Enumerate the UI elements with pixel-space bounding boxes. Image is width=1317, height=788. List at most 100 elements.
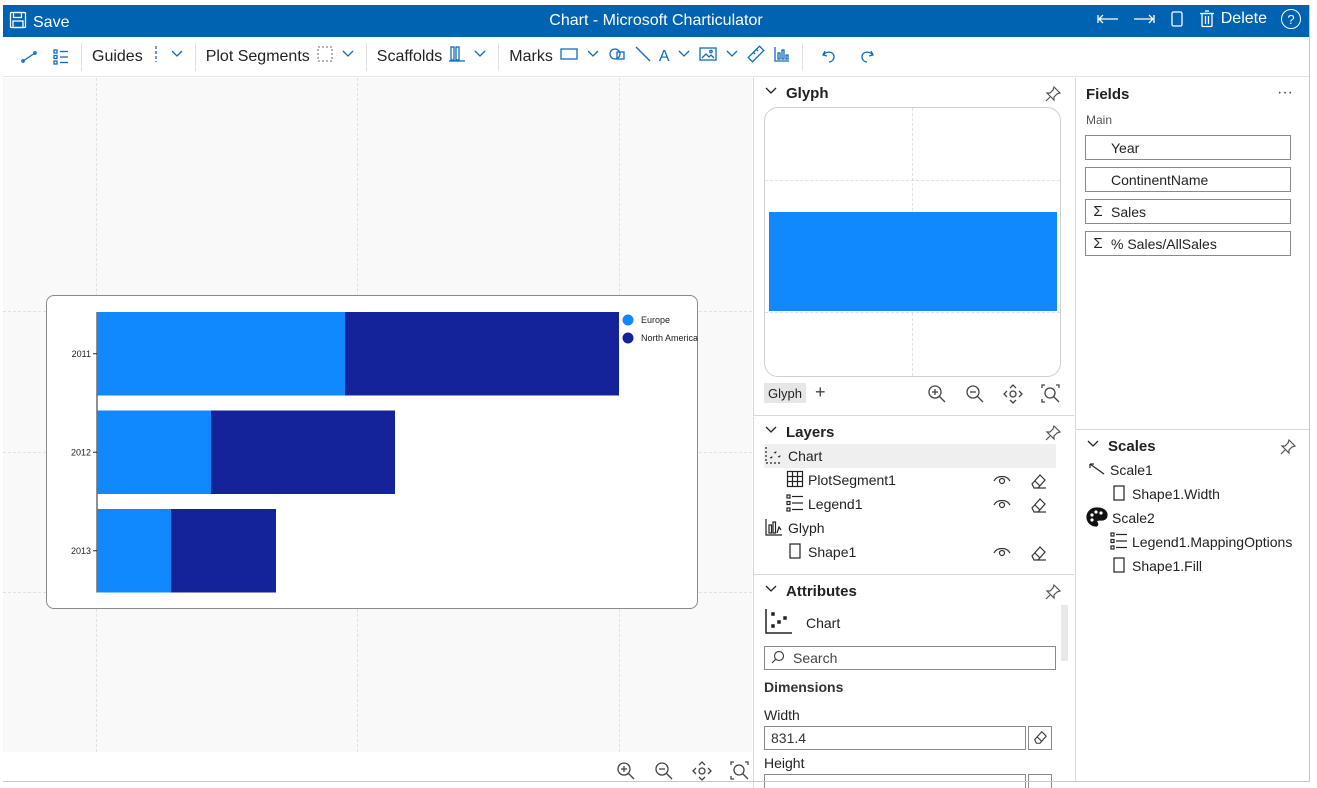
chevron-down-icon[interactable] [169,46,185,67]
field-sales[interactable]: Σ Sales [1085,199,1291,224]
delete-button[interactable]: Delete [1199,10,1267,28]
height-label: Height [764,755,804,771]
y-tick-label: 2013 [71,546,91,556]
chevron-down-icon[interactable] [764,84,778,102]
bar-2013-north-america[interactable] [171,509,276,593]
eraser-icon[interactable] [1029,496,1047,517]
zoom-in-icon[interactable] [927,384,947,407]
data-axis-icon[interactable] [772,44,792,69]
scrollbar-thumb[interactable] [1061,605,1068,661]
scaffolds-menu[interactable]: Scaffolds [371,42,495,72]
y-tick-label: 2011 [72,349,91,359]
glyph-tab[interactable]: Glyph [764,383,806,403]
field-pct-sales-allsales[interactable]: Σ % Sales/AllSales [1085,231,1291,256]
scale-item-shape1-width[interactable]: Shape1.Width [1110,482,1220,506]
more-options-icon[interactable]: ··· [1277,84,1293,102]
scales-panel-header[interactable]: Scales [1086,437,1156,455]
chevron-down-icon[interactable] [1086,437,1100,455]
legend-tool-button[interactable] [45,42,77,72]
pin-icon[interactable] [1279,438,1297,459]
layers-panel-header[interactable]: Layers [764,423,834,441]
pin-icon[interactable] [1044,424,1062,445]
scale-item-legend1-mapping[interactable]: Legend1.MappingOptions [1110,530,1292,554]
attributes-search-input[interactable]: Search [764,646,1056,670]
eye-icon[interactable] [993,544,1011,565]
bar-2013-europe[interactable] [97,509,171,593]
eraser-icon[interactable] [1029,544,1047,565]
chevron-down-icon[interactable] [585,46,601,67]
marks-label: Marks [509,48,553,66]
legend-swatch [623,315,634,326]
layer-item-plotsegment1[interactable]: PlotSegment1 [786,468,896,492]
attributes-panel-header[interactable]: Attributes [764,582,857,600]
scales-panel-title: Scales [1108,438,1156,455]
ruler-icon[interactable] [746,44,766,69]
marks-menu[interactable]: Marks A [503,42,797,72]
pan-icon[interactable] [1003,384,1023,407]
layer-item-shape1[interactable]: Shape1 [786,540,856,564]
scale-item-scale1[interactable]: Scale1 [1088,458,1153,482]
image-mark-icon[interactable] [698,45,718,68]
chevron-down-icon[interactable] [764,582,778,600]
bar-2011-north-america[interactable] [345,312,619,396]
plot-segments-menu[interactable]: Plot Segments [200,42,362,72]
add-glyph-button[interactable]: + [815,382,826,403]
eye-icon[interactable] [993,496,1011,517]
fields-panel: Fields ··· Main Year ContinentName Σ Sal… [1075,78,1309,430]
chevron-down-icon[interactable] [676,46,692,67]
chevron-down-icon[interactable] [340,46,356,67]
copy-icon[interactable] [1169,10,1185,28]
chart-canvas[interactable]: 201120122013EuropeNorth America [3,78,752,752]
save-button[interactable]: Save [9,11,69,34]
toolbar-divider [366,43,367,71]
pin-icon[interactable] [1044,85,1062,106]
layer-item-glyph[interactable]: Glyph [764,516,825,540]
undo-button[interactable] [813,42,845,72]
layers-panel-title: Layers [786,424,834,441]
chevron-down-icon[interactable] [472,46,488,67]
rectangle-mark-icon[interactable] [559,46,579,67]
attributes-panel: Attributes Chart Search Dimensions Width… [753,575,1074,788]
bar-2011-europe[interactable] [97,312,345,396]
layer-item-chart[interactable]: Chart [764,444,1056,468]
guides-menu[interactable]: Guides [86,42,191,72]
glyph-panel-header[interactable]: Glyph [764,84,829,102]
chevron-down-icon[interactable] [764,423,778,441]
redo-button[interactable] [851,42,883,72]
width-input[interactable]: 831.4 [764,726,1026,750]
chart-frame[interactable]: 201120122013EuropeNorth America [46,295,698,609]
toolbar-divider [802,43,803,71]
layer-label: Chart [788,448,822,464]
palette-icon [1086,507,1108,530]
scale-item-scale2[interactable]: Scale2 [1086,506,1155,530]
zoom-fit-icon[interactable] [1041,384,1061,407]
pin-icon[interactable] [1044,583,1062,604]
help-button[interactable]: ? [1281,9,1301,29]
scale-label: Scale2 [1112,510,1155,526]
text-mark-icon[interactable]: A [659,48,670,66]
eraser-icon[interactable] [1029,472,1047,493]
scale-item-shape1-fill[interactable]: Shape1.Fill [1110,554,1202,578]
symbol-mark-icon[interactable] [607,45,627,68]
dimensions-section-label: Dimensions [764,679,843,695]
layer-item-legend1[interactable]: Legend1 [786,492,863,516]
glyph-editor-view[interactable] [764,107,1061,377]
attributes-panel-title: Attributes [786,583,857,600]
shrink-width-icon[interactable] [1097,12,1119,26]
bar-2012-north-america[interactable] [211,411,395,495]
bar-2012-europe[interactable] [97,411,211,495]
link-tool-button[interactable] [13,42,45,72]
expand-width-icon[interactable] [1133,12,1155,26]
glyph-shape1-rect[interactable] [769,212,1057,311]
canvas-zoom-bar [3,752,752,788]
zoom-out-icon[interactable] [965,384,985,407]
eye-icon[interactable] [993,472,1011,493]
rect-icon [786,542,804,563]
stacked-bar-chart[interactable]: 201120122013EuropeNorth America [47,296,699,610]
chevron-down-icon[interactable] [724,46,740,67]
field-continentname[interactable]: ContinentName [1085,167,1291,192]
scales-panel: Scales Scale1 Shape1.Width Scale2 Legend… [1075,431,1309,781]
clear-width-button[interactable] [1028,726,1052,750]
field-year[interactable]: Year [1085,135,1291,160]
line-mark-icon[interactable] [633,44,653,69]
